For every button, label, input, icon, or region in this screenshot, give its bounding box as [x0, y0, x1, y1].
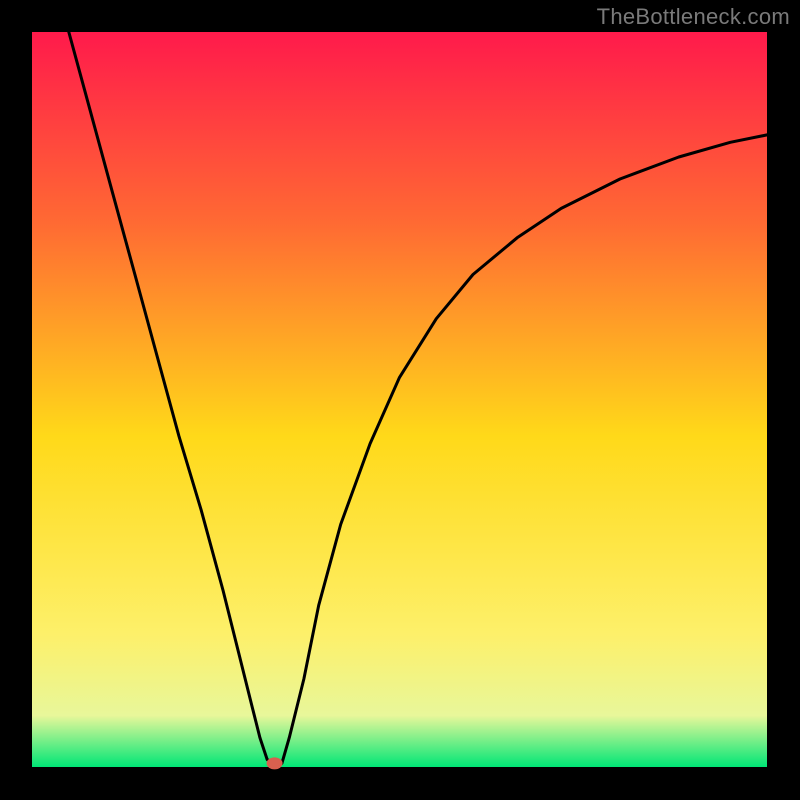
- plot-area: [32, 32, 767, 767]
- minimum-marker: [267, 757, 283, 769]
- chart-container: TheBottleneck.com: [0, 0, 800, 800]
- bottleneck-chart: [0, 0, 800, 800]
